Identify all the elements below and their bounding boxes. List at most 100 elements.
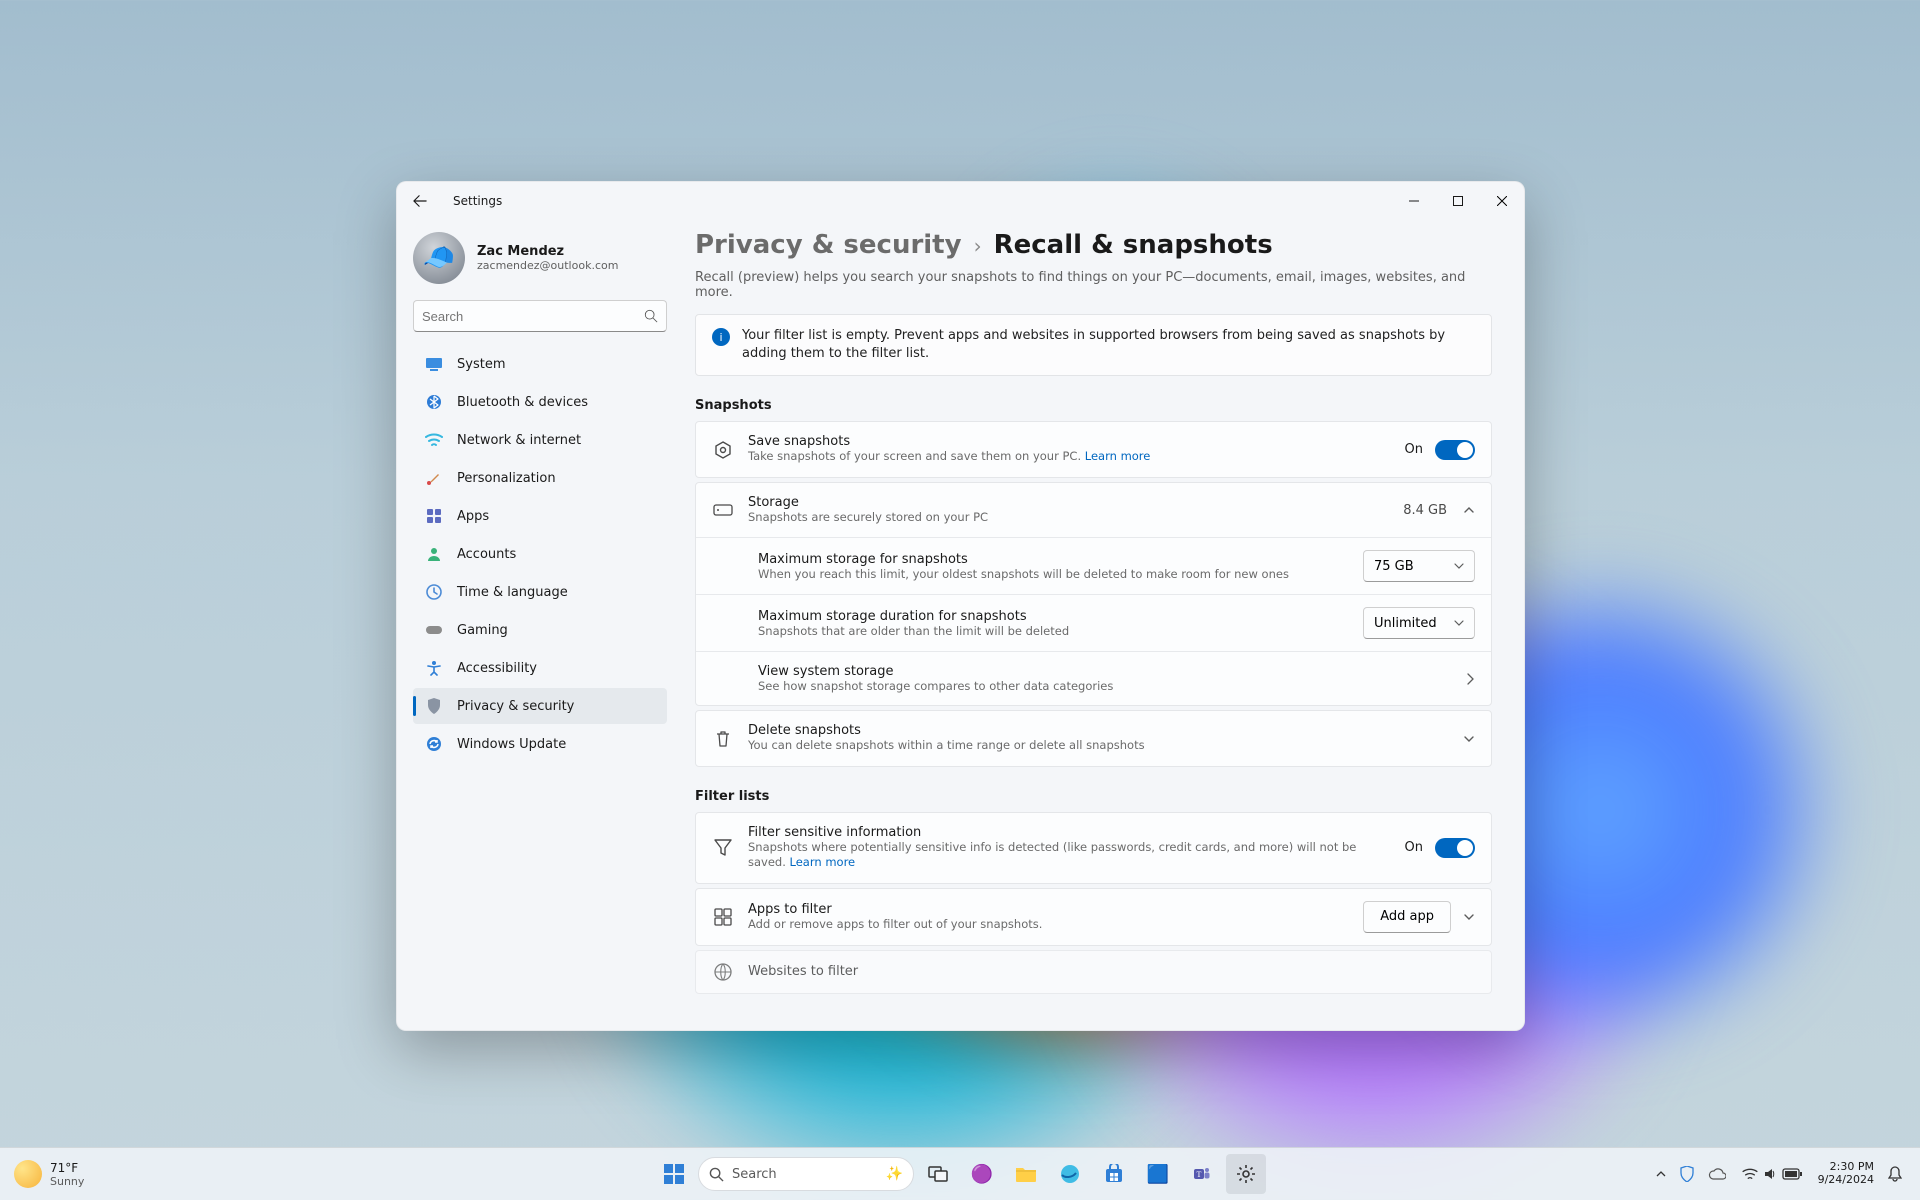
titlebar: Settings (397, 182, 1524, 220)
taskbar-center: Search ✨ 🟣 🟦 T (654, 1154, 1266, 1194)
card-websites-to-filter: Websites to filter (695, 950, 1492, 994)
arrow-left-icon (413, 194, 427, 208)
avatar: 🧢 (413, 232, 465, 284)
tray-notifications[interactable] (1882, 1154, 1908, 1194)
pinned-app-button[interactable]: 🟦 (1138, 1154, 1178, 1194)
page-title: Recall & snapshots (994, 230, 1273, 260)
task-view-button[interactable] (918, 1154, 958, 1194)
nav: System Bluetooth & devices Network & int… (413, 346, 679, 762)
learn-more-link[interactable]: Learn more (1085, 449, 1151, 463)
copilot-spark-icon: ✨ (886, 1166, 903, 1182)
taskbar: 71°F Sunny Search ✨ 🟣 🟦 T (0, 1147, 1920, 1200)
teams-icon: T (1192, 1164, 1212, 1184)
teams-button[interactable]: T (1182, 1154, 1222, 1194)
learn-more-link[interactable]: Learn more (790, 855, 856, 869)
minimize-button[interactable] (1392, 182, 1436, 220)
gamepad-icon (425, 621, 443, 639)
apps-filter-subtitle: Add or remove apps to filter out of your… (748, 917, 1349, 933)
toggle-filter-sensitive[interactable] (1435, 838, 1475, 858)
person-icon (425, 545, 443, 563)
breadcrumb-parent[interactable]: Privacy & security (695, 230, 962, 260)
apps-icon (425, 507, 443, 525)
weather-cond: Sunny (50, 1175, 84, 1188)
start-button[interactable] (654, 1154, 694, 1194)
taskbar-search[interactable]: Search ✨ (698, 1157, 914, 1191)
select-max-duration[interactable]: Unlimited (1363, 607, 1475, 639)
websites-expander[interactable]: Websites to filter (696, 951, 1491, 993)
sidebar-item-privacy-security[interactable]: Privacy & security (413, 688, 667, 724)
store-button[interactable] (1094, 1154, 1134, 1194)
toggle-save-snapshots[interactable] (1435, 440, 1475, 460)
row-view-system-storage[interactable]: View system storage See how snapshot sto… (696, 651, 1491, 705)
card-filter-sensitive: Filter sensitive information Snapshots w… (695, 812, 1492, 884)
chevron-down-icon (1454, 618, 1464, 628)
task-view-icon (928, 1166, 948, 1182)
window-controls (1392, 182, 1524, 220)
delete-expander[interactable]: Delete snapshots You can delete snapshot… (696, 711, 1491, 766)
close-button[interactable] (1480, 182, 1524, 220)
max-duration-subtitle: Snapshots that are older than the limit … (758, 624, 1349, 638)
card-save-snapshots: Save snapshots Take snapshots of your sc… (695, 421, 1492, 478)
settings-window: Settings 🧢 Zac Mendez zacmendez@outlook.… (396, 181, 1525, 1031)
weather-icon (14, 1160, 42, 1188)
profile-card[interactable]: 🧢 Zac Mendez zacmendez@outlook.com (413, 226, 679, 298)
content: Privacy & security › Recall & snapshots … (689, 220, 1524, 1030)
add-app-button[interactable]: Add app (1363, 901, 1451, 933)
sidebar-item-windows-update[interactable]: Windows Update (413, 726, 667, 762)
maximize-button[interactable] (1436, 182, 1480, 220)
trash-icon (712, 730, 734, 748)
tray-overflow[interactable] (1650, 1154, 1672, 1194)
windows-logo-icon (663, 1163, 685, 1185)
app-icon: 🟦 (1147, 1164, 1169, 1185)
sidebar-item-network[interactable]: Network & internet (413, 422, 667, 458)
sidebar-item-label: Bluetooth & devices (457, 395, 588, 410)
max-storage-subtitle: When you reach this limit, your oldest s… (758, 567, 1349, 581)
app-title: Settings (453, 194, 502, 208)
sidebar-item-label: Privacy & security (457, 699, 574, 714)
weather-temp: 71°F (50, 1161, 84, 1175)
sidebar-item-bluetooth[interactable]: Bluetooth & devices (413, 384, 667, 420)
sidebar-item-label: Apps (457, 509, 489, 524)
sidebar-item-accessibility[interactable]: Accessibility (413, 650, 667, 686)
file-explorer-button[interactable] (1006, 1154, 1046, 1194)
taskbar-widgets[interactable]: 71°F Sunny (0, 1160, 84, 1188)
folder-icon (1015, 1165, 1037, 1183)
tray-onedrive[interactable] (1702, 1154, 1732, 1194)
filter-sensitive-subtitle: Snapshots where potentially sensitive in… (748, 840, 1391, 871)
sidebar-item-time-language[interactable]: Time & language (413, 574, 667, 610)
search-box[interactable] (413, 300, 667, 332)
close-icon (1497, 196, 1507, 206)
edge-button[interactable] (1050, 1154, 1090, 1194)
page-subtitle: Recall (preview) helps you search your s… (695, 270, 1492, 300)
storage-expander[interactable]: Storage Snapshots are securely stored on… (696, 483, 1491, 538)
funnel-icon (712, 838, 734, 858)
volume-icon (1764, 1166, 1776, 1182)
search-input[interactable] (422, 309, 644, 324)
sidebar-item-accounts[interactable]: Accounts (413, 536, 667, 572)
chevron-up-icon (1463, 504, 1475, 516)
settings-taskbar-button[interactable] (1226, 1154, 1266, 1194)
sidebar-item-personalization[interactable]: Personalization (413, 460, 667, 496)
chevron-down-icon (1463, 911, 1475, 923)
info-banner: i Your filter list is empty. Prevent app… (695, 314, 1492, 376)
apps-expander[interactable]: Apps to filter Add or remove apps to fil… (696, 889, 1491, 945)
battery-icon (1782, 1168, 1802, 1180)
sidebar-item-system[interactable]: System (413, 346, 667, 382)
tray-quick-settings[interactable] (1734, 1154, 1810, 1194)
sidebar-item-label: Network & internet (457, 433, 581, 448)
copilot-button[interactable]: 🟣 (962, 1154, 1002, 1194)
select-max-storage[interactable]: 75 GB (1363, 550, 1475, 582)
gear-icon (1236, 1164, 1256, 1184)
back-button[interactable] (403, 184, 437, 218)
row-max-storage: Maximum storage for snapshots When you r… (696, 537, 1491, 594)
toggle-save-label: On (1405, 442, 1423, 457)
tray-clock[interactable]: 2:30 PM 9/24/2024 (1812, 1154, 1880, 1194)
sidebar-item-gaming[interactable]: Gaming (413, 612, 667, 648)
section-filters-title: Filter lists (695, 789, 1492, 804)
sidebar-item-apps[interactable]: Apps (413, 498, 667, 534)
filter-sensitive-title: Filter sensitive information (748, 825, 1391, 840)
storage-subtitle: Snapshots are securely stored on your PC (748, 510, 1389, 526)
taskbar-search-placeholder: Search (732, 1167, 777, 1182)
delete-title: Delete snapshots (748, 723, 1449, 738)
tray-security[interactable] (1674, 1154, 1700, 1194)
